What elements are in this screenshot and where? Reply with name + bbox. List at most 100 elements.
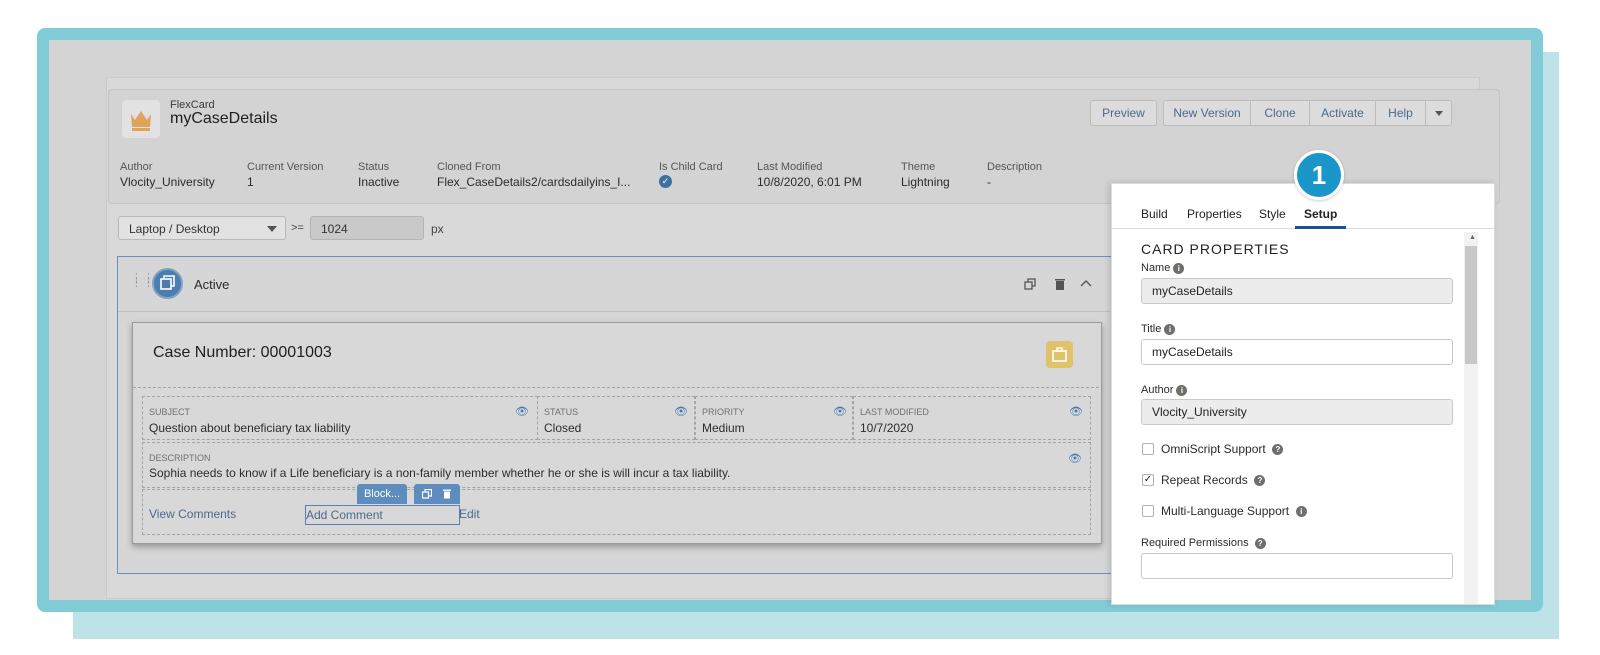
author-field[interactable]: Vlocity_University bbox=[1141, 399, 1453, 425]
delete-block-icon[interactable] bbox=[442, 489, 452, 499]
tab-properties[interactable]: Properties bbox=[1187, 207, 1242, 221]
info-icon: i bbox=[1164, 323, 1176, 335]
active-tab-indicator bbox=[1295, 226, 1346, 229]
info-icon: i bbox=[1176, 384, 1188, 396]
meta-value: Inactive bbox=[358, 175, 400, 189]
meta-label: Author bbox=[120, 161, 153, 173]
tab-build[interactable]: Build bbox=[1141, 207, 1168, 221]
crown-icon bbox=[131, 111, 151, 131]
meta-label: Is Child Card bbox=[659, 161, 723, 173]
meta-value: 1 bbox=[247, 175, 254, 189]
omniscript-support-text: OmniScript Support bbox=[1161, 442, 1266, 456]
help-icon: ? bbox=[1272, 444, 1284, 456]
meta-value: 10/8/2020, 6:01 PM bbox=[757, 175, 862, 189]
scroll-up-icon[interactable]: ▲ bbox=[1469, 234, 1476, 241]
preview-button[interactable]: Preview bbox=[1090, 100, 1157, 126]
meta-label: Last Modified bbox=[757, 161, 823, 173]
multi-language-support-checkbox[interactable] bbox=[1142, 505, 1154, 517]
properties-panel: Build Properties Style Setup CARD PROPER… bbox=[1111, 183, 1495, 605]
permissions-label-text: Required Permissions bbox=[1141, 537, 1249, 549]
section-title: CARD PROPERTIES bbox=[1141, 241, 1290, 257]
block-toolbar bbox=[414, 484, 460, 504]
repeat-records-label: Repeat Records ? bbox=[1161, 473, 1266, 487]
name-field[interactable]: myCaseDetails bbox=[1141, 278, 1453, 304]
divider bbox=[133, 387, 1099, 388]
help-button[interactable]: Help bbox=[1375, 100, 1426, 126]
title-field[interactable]: myCaseDetails bbox=[1141, 339, 1453, 365]
scrollbar-thumb[interactable] bbox=[1465, 246, 1477, 364]
collapse-icon[interactable] bbox=[1080, 277, 1092, 289]
delete-state-icon[interactable] bbox=[1054, 277, 1066, 290]
clone-button[interactable]: Clone bbox=[1250, 100, 1310, 126]
meta-value: Flex_CaseDetails2/cardsdailyins_I... bbox=[437, 175, 631, 189]
clone-state-icon[interactable] bbox=[1024, 277, 1036, 290]
case-title: Case Number: 00001003 bbox=[153, 344, 332, 361]
activate-button[interactable]: Activate bbox=[1309, 100, 1376, 126]
check-circle-icon: ✓ bbox=[659, 175, 672, 188]
add-comment-label: Add Comment bbox=[306, 508, 383, 522]
chevron-down-icon bbox=[1434, 111, 1443, 116]
device-select-value: Laptop / Desktop bbox=[129, 222, 220, 236]
meta-label: Current Version bbox=[247, 161, 324, 173]
step-badge: 1 bbox=[1294, 150, 1344, 200]
meta-label: Cloned From bbox=[437, 161, 501, 173]
field-label: SUBJECT bbox=[149, 407, 191, 417]
title-label-text: Title bbox=[1141, 323, 1162, 335]
meta-value: - bbox=[987, 175, 991, 189]
help-icon: ? bbox=[1254, 475, 1266, 487]
operator-label: >= bbox=[291, 222, 304, 234]
omniscript-support-checkbox[interactable] bbox=[1142, 443, 1154, 455]
block-label[interactable]: Block... bbox=[357, 484, 407, 504]
tab-style[interactable]: Style bbox=[1259, 207, 1286, 221]
add-comment-action[interactable]: Add Comment bbox=[305, 505, 460, 525]
edit-link[interactable]: Edit bbox=[459, 507, 480, 521]
viewport-width-input[interactable]: 1024 bbox=[310, 216, 424, 240]
name-label: Name i bbox=[1141, 262, 1185, 274]
help-icon: ? bbox=[1254, 537, 1266, 549]
field-value: 10/7/2020 bbox=[860, 421, 914, 435]
eye-icon[interactable]: 👁 bbox=[833, 405, 847, 418]
meta-label: Status bbox=[358, 161, 390, 173]
device-select[interactable]: Laptop / Desktop bbox=[118, 216, 286, 240]
permissions-field[interactable] bbox=[1141, 553, 1453, 579]
name-label-text: Name bbox=[1141, 262, 1171, 274]
state-header bbox=[118, 257, 1120, 312]
state-name: Active bbox=[194, 277, 230, 292]
tab-setup[interactable]: Setup bbox=[1304, 207, 1337, 221]
scrollbar-track[interactable]: ▲ bbox=[1464, 232, 1478, 604]
actions-block bbox=[142, 489, 1091, 535]
meta-value: Lightning bbox=[901, 175, 950, 189]
field-label: DESCRIPTION bbox=[149, 453, 211, 463]
permissions-label: Required Permissions ? bbox=[1141, 537, 1266, 549]
multi-language-support-label: Multi-Language Support i bbox=[1161, 504, 1307, 518]
view-comments-link[interactable]: View Comments bbox=[149, 507, 236, 521]
chevron-down-icon bbox=[267, 226, 277, 232]
multi-language-support-text: Multi-Language Support bbox=[1161, 504, 1290, 518]
unit-label: px bbox=[431, 222, 444, 236]
repeat-records-checkbox[interactable]: ✓ bbox=[1142, 474, 1154, 486]
more-actions-button[interactable] bbox=[1425, 100, 1452, 126]
author-label: Author i bbox=[1141, 384, 1188, 396]
flexcard-logo bbox=[122, 100, 160, 138]
eye-icon[interactable]: 👁 bbox=[515, 405, 529, 418]
info-icon: i bbox=[1173, 262, 1185, 274]
eye-icon[interactable]: 👁 bbox=[1068, 452, 1082, 465]
field-description[interactable] bbox=[142, 442, 1091, 488]
field-value: Sophia needs to know if a Life beneficia… bbox=[149, 466, 731, 480]
field-label: LAST MODIFIED bbox=[860, 407, 929, 417]
new-version-button[interactable]: New Version bbox=[1163, 100, 1251, 126]
field-label: PRIORITY bbox=[702, 407, 745, 417]
meta-label: Theme bbox=[901, 161, 936, 173]
author-label-text: Author bbox=[1141, 384, 1174, 396]
eye-icon[interactable]: 👁 bbox=[674, 405, 688, 418]
clone-block-icon[interactable] bbox=[422, 489, 432, 499]
page-title: myCaseDetails bbox=[170, 110, 278, 127]
field-value: Question about beneficiary tax liability bbox=[149, 421, 351, 435]
meta-value: Vlocity_University bbox=[120, 175, 215, 189]
field-value: Medium bbox=[702, 421, 745, 435]
repeat-records-text: Repeat Records bbox=[1161, 473, 1248, 487]
meta-label: Description bbox=[987, 161, 1043, 173]
title-label: Title i bbox=[1141, 323, 1176, 335]
copy-icon bbox=[160, 275, 175, 290]
eye-icon[interactable]: 👁 bbox=[1069, 405, 1083, 418]
